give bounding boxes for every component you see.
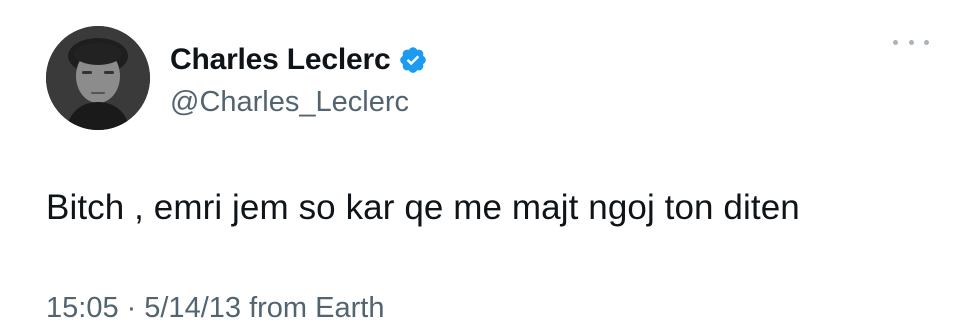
tweet-text: Bitch , emri jem so kar qe me majt ngoj … — [46, 188, 800, 227]
meta-separator: · — [126, 292, 137, 324]
tweet-date[interactable]: 5/14/13 — [144, 292, 241, 324]
tweet-card: Charles Leclerc @Charles_Leclerc Bitch ,… — [0, 0, 978, 326]
ellipsis-icon — [893, 39, 898, 45]
author-display-name[interactable]: Charles Leclerc — [170, 43, 391, 77]
author-handle[interactable]: @Charles_Leclerc — [170, 86, 409, 119]
profile-photo-icon — [46, 26, 150, 130]
tweet-metadata: 15:05 · 5/14/13 from Earth — [46, 292, 384, 325]
author-name-row: Charles Leclerc — [170, 42, 428, 78]
verified-badge-icon — [398, 45, 428, 75]
avatar[interactable] — [46, 26, 150, 130]
ellipsis-icon — [908, 39, 914, 45]
tweet-source: from Earth — [249, 292, 385, 324]
ellipsis-icon — [924, 39, 929, 45]
more-options-button[interactable] — [893, 34, 929, 50]
tweet-time[interactable]: 15:05 — [46, 292, 119, 324]
